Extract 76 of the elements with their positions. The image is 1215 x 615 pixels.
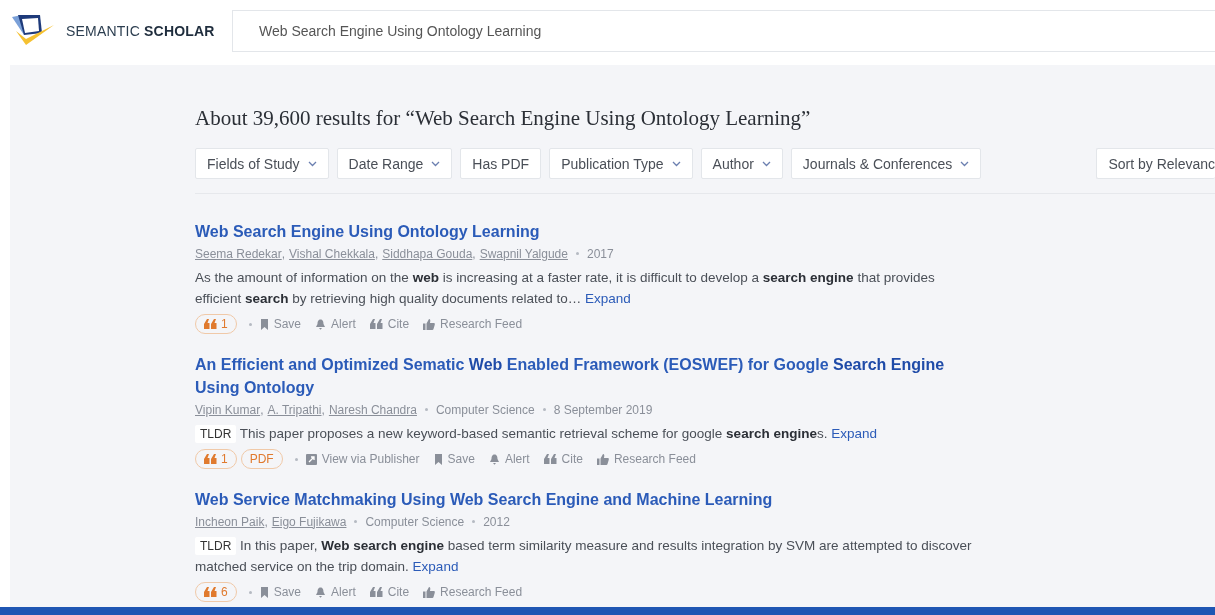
research-feed-button[interactable]: Research Feed — [423, 585, 523, 599]
alert-button[interactable]: Alert — [488, 452, 530, 466]
comma-separator: , — [281, 246, 286, 261]
author-link[interactable]: Vishal Chekkala — [289, 246, 375, 261]
thumbs-up-icon — [423, 586, 436, 598]
quote-icon — [204, 454, 217, 464]
cite-button[interactable]: Cite — [369, 585, 410, 599]
author-link[interactable]: Vipin Kumar — [195, 402, 261, 417]
comma-separator: , — [374, 246, 379, 261]
author-link[interactable]: A. Tripathi — [267, 402, 322, 417]
filter-button[interactable]: Has PDF — [460, 148, 542, 179]
bell-icon — [315, 586, 327, 598]
dot-separator — [354, 520, 358, 523]
cite-button[interactable]: Cite — [543, 452, 583, 466]
alert-button[interactable]: Alert — [315, 317, 356, 331]
research-feed-button[interactable]: Research Feed — [423, 317, 523, 331]
dot-separator — [542, 408, 546, 411]
paper-meta: Computer Science — [365, 514, 465, 529]
bell-icon — [315, 318, 327, 330]
bookmark-icon — [433, 453, 443, 465]
quote-icon — [204, 319, 217, 329]
expand-link[interactable]: Expand — [585, 291, 631, 306]
dot-separator — [248, 322, 252, 326]
bell-icon — [488, 453, 500, 465]
comma-separator: , — [264, 514, 268, 529]
paper-abstract: TLDR In this paper, Web search engine based term similarity measure and results integration by SVM are attempted to discover matched service on the trip domain. Expand — [195, 536, 973, 576]
quote-icon — [369, 319, 383, 329]
filter-button[interactable]: Fields of Study — [195, 148, 329, 179]
paper-title-link[interactable]: An Efficient and Optimized Sematic Web Enabled Framework (EOSWEF) for Google Search Engine Using Ontology — [195, 353, 975, 399]
brand-name[interactable]: SEMANTIC SCHOLAR — [66, 23, 215, 39]
dot-separator — [575, 252, 579, 255]
dot-separator — [248, 590, 252, 594]
bookmark-icon — [259, 586, 269, 598]
external-link-icon — [305, 453, 317, 465]
quote-icon — [543, 454, 557, 464]
filter-button[interactable]: Author — [700, 148, 783, 179]
author-link[interactable]: Naresh Chandra — [328, 402, 417, 417]
filter-button[interactable]: Journals & Conferences — [790, 148, 982, 179]
dot-separator — [472, 520, 476, 523]
author-link[interactable]: Seema Redekar — [195, 246, 282, 261]
quote-icon — [204, 587, 217, 597]
results-heading: About 39,600 results for “Web Search Engine Using Ontology Learning” — [195, 105, 812, 132]
comma-separator: , — [472, 246, 476, 261]
dot-separator — [294, 457, 298, 461]
thumbs-up-icon — [596, 453, 609, 465]
research-feed-button[interactable]: Research Feed — [596, 452, 696, 466]
paper-abstract: TLDR This paper proposes a new keyword-based semantic retrieval scheme for google search engines. Expand — [195, 423, 975, 444]
paper-title-link[interactable]: Web Search Engine Using Ontology Learning — [195, 220, 975, 243]
comma-separator: , — [321, 402, 325, 417]
filter-button[interactable]: Publication Type — [549, 148, 693, 179]
sort-dropdown[interactable]: Sort by Relevanc — [1096, 148, 1215, 179]
save-button[interactable]: Save — [259, 585, 302, 599]
paper-meta: 2017 — [586, 246, 614, 261]
dot-separator — [424, 408, 428, 411]
comma-separator: , — [260, 402, 264, 417]
author-link[interactable]: Eigo Fujikawa — [271, 514, 347, 529]
paper-title-link[interactable]: Web Service Matchmaking Using Web Search Engine and Machine Learning — [195, 488, 975, 511]
bookmark-icon — [259, 318, 269, 330]
save-button[interactable]: Save — [259, 317, 302, 331]
alert-button[interactable]: Alert — [315, 585, 356, 599]
search-field[interactable]: Web Search Engine Using Ontology Learning — [232, 10, 1215, 52]
filter-button[interactable]: Date Range — [336, 148, 453, 179]
expand-link[interactable]: Expand — [831, 426, 877, 441]
tldr-badge: TLDR — [195, 425, 237, 443]
tldr-badge: TLDR — [195, 537, 237, 555]
cite-button[interactable]: Cite — [369, 317, 410, 331]
view-publisher-button[interactable]: View via Publisher — [305, 452, 420, 466]
save-button[interactable]: Save — [433, 452, 475, 466]
paper-meta: Computer Science — [435, 402, 535, 417]
paper-meta: 2012 — [483, 514, 510, 529]
paper-abstract: As the amount of information on the web is increasing at a faster rate, it is difficult to develop a search engine that provides efficient search by retrieving high quality documents related to… Expand — [195, 269, 936, 308]
thumbs-up-icon — [423, 318, 436, 330]
expand-link[interactable]: Expand — [412, 559, 459, 574]
paper-meta: 8 September 2019 — [553, 402, 653, 417]
quote-icon — [369, 587, 383, 597]
author-link[interactable]: Swapnil Yalgude — [479, 246, 568, 261]
